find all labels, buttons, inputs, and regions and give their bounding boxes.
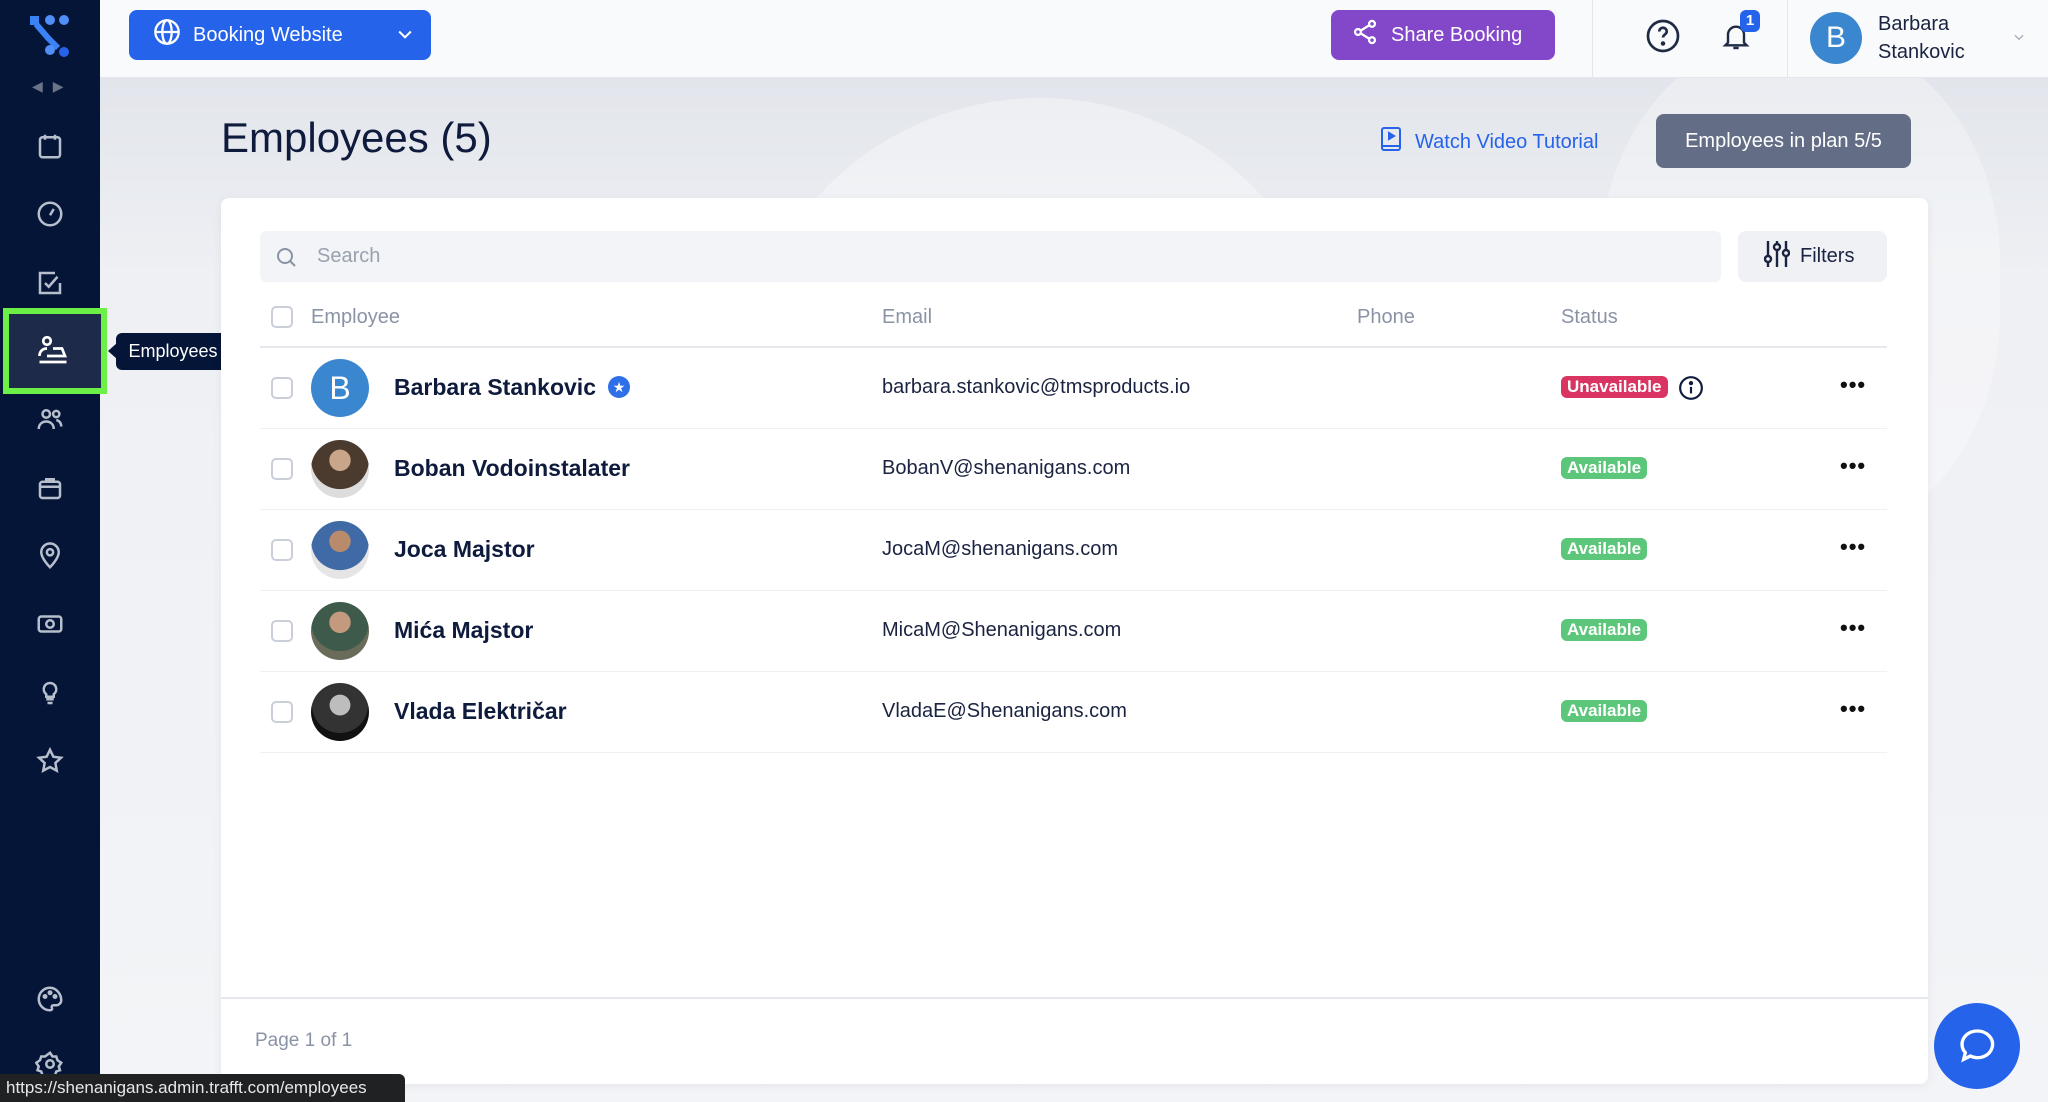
filters-label: Filters [1800, 245, 1855, 267]
features-bulb-icon[interactable] [30, 673, 70, 713]
booking-website-dropdown[interactable]: Booking Website [129, 10, 431, 60]
user-avatar: B [1810, 12, 1862, 64]
column-header-phone[interactable]: Phone [1357, 306, 1415, 329]
info-icon[interactable] [1678, 375, 1704, 401]
watch-video-label: Watch Video Tutorial [1415, 130, 1599, 153]
avatar [311, 602, 369, 660]
finance-money-icon[interactable] [30, 604, 70, 644]
sidebar-item-employees[interactable] [3, 308, 107, 394]
globe-icon [153, 18, 181, 52]
watch-video-tutorial-link[interactable]: Watch Video Tutorial [1379, 126, 1598, 158]
dashboard-gauge-icon[interactable] [30, 194, 70, 234]
help-icon[interactable] [1645, 18, 1681, 59]
sidebar-tooltip: Employees [116, 333, 230, 370]
status-badge: Available [1561, 700, 1648, 722]
tasks-check-icon[interactable] [30, 263, 70, 303]
filters-button[interactable]: Filters [1738, 231, 1887, 282]
more-actions-icon[interactable]: ••• [1840, 534, 1866, 560]
tooltip-arrow [108, 343, 117, 359]
avatar [311, 683, 369, 741]
table-row[interactable]: Boban Vodoinstalater BobanV@shenanigans.… [260, 429, 1887, 510]
more-actions-icon[interactable]: ••• [1840, 372, 1866, 398]
divider [1787, 0, 1788, 78]
site-selector-label: Booking Website [193, 23, 343, 46]
share-booking-button[interactable]: Share Booking [1331, 10, 1555, 60]
share-icon [1351, 18, 1379, 52]
more-actions-icon[interactable]: ••• [1840, 453, 1866, 479]
more-actions-icon[interactable]: ••• [1840, 696, 1866, 722]
column-header-status[interactable]: Status [1561, 306, 1618, 329]
column-header-employee[interactable]: Employee [311, 306, 400, 329]
search-input[interactable]: Search [260, 231, 1721, 282]
page-title: Employees (5) [221, 114, 492, 161]
customize-palette-icon[interactable] [30, 979, 70, 1019]
table-row[interactable]: Vlada Električar VladaE@Shenanigans.com … [260, 672, 1887, 753]
collapse-arrows-icon[interactable]: ◀▶ [32, 78, 74, 95]
user-menu-chevron-icon [2014, 34, 2024, 41]
sliders-icon [1763, 239, 1791, 275]
employee-email: barbara.stankovic@tmsproducts.io [882, 376, 1191, 398]
user-menu[interactable]: B Barbara Stankovic [1810, 0, 2048, 78]
table-row[interactable]: B Barbara Stankovic ★ barbara.stankovic@… [260, 348, 1887, 429]
more-actions-icon[interactable]: ••• [1840, 615, 1866, 641]
table-row[interactable]: Mića Majstor MicaM@Shenanigans.com Avail… [260, 591, 1887, 672]
row-checkbox[interactable] [271, 539, 293, 561]
location-pin-icon[interactable] [30, 536, 70, 576]
employee-name[interactable]: Vlada Električar [394, 698, 567, 725]
verified-star-icon: ★ [608, 376, 630, 398]
chat-bubble-icon [1960, 1029, 1995, 1063]
browser-status-url: https://shenanigans.admin.trafft.com/emp… [0, 1074, 405, 1102]
tooltip-text: Employees [128, 341, 218, 361]
employees-in-plan-button[interactable]: Employees in plan 5/5 [1656, 114, 1911, 168]
video-book-icon [1379, 126, 1403, 158]
customers-icon[interactable] [30, 399, 70, 439]
row-checkbox[interactable] [271, 377, 293, 399]
search-icon [277, 248, 296, 267]
sidebar: ◀▶ [0, 0, 107, 1102]
user-last-name: Stankovic [1878, 41, 1965, 63]
status-badge: Unavailable [1561, 376, 1668, 398]
status-badge: Available [1561, 619, 1648, 641]
avatar [311, 521, 369, 579]
user-first-name: Barbara [1878, 13, 1950, 35]
notification-badge: 1 [1740, 10, 1760, 32]
employee-name[interactable]: Joca Majstor [394, 536, 535, 563]
status-badge: Available [1561, 457, 1648, 479]
row-checkbox[interactable] [271, 458, 293, 480]
avatar: B [311, 359, 369, 417]
star-icon[interactable] [30, 741, 70, 781]
pagination-text: Page 1 of 1 [255, 1030, 353, 1051]
select-all-checkbox[interactable] [271, 306, 293, 328]
row-checkbox[interactable] [271, 620, 293, 642]
employee-email: BobanV@shenanigans.com [882, 457, 1131, 479]
employee-email: JocaM@shenanigans.com [882, 538, 1118, 560]
column-header-email[interactable]: Email [882, 306, 932, 329]
employee-email: VladaE@Shenanigans.com [882, 700, 1127, 722]
employee-email: MicaM@Shenanigans.com [882, 619, 1122, 641]
search-placeholder: Search [317, 245, 381, 267]
status-badge: Available [1561, 538, 1648, 560]
footer-divider [221, 997, 1928, 999]
logo-icon[interactable] [28, 14, 72, 58]
employee-name[interactable]: Barbara Stankovic [394, 374, 596, 401]
top-bar: Booking Website Share Booking 1 B Barbar… [100, 0, 2048, 78]
employee-name[interactable]: Boban Vodoinstalater [394, 455, 630, 482]
chat-support-button[interactable] [1934, 1003, 2020, 1089]
table-row[interactable]: Joca Majstor JocaM@shenanigans.com Avail… [260, 510, 1887, 591]
chevron-down-icon [395, 24, 415, 50]
employee-name[interactable]: Mića Majstor [394, 617, 533, 644]
share-booking-label: Share Booking [1391, 23, 1523, 46]
employees-icon [35, 332, 71, 373]
services-bag-icon[interactable] [30, 468, 70, 508]
divider [1592, 0, 1593, 78]
row-checkbox[interactable] [271, 701, 293, 723]
avatar [311, 440, 369, 498]
calendar-icon[interactable] [30, 126, 70, 166]
